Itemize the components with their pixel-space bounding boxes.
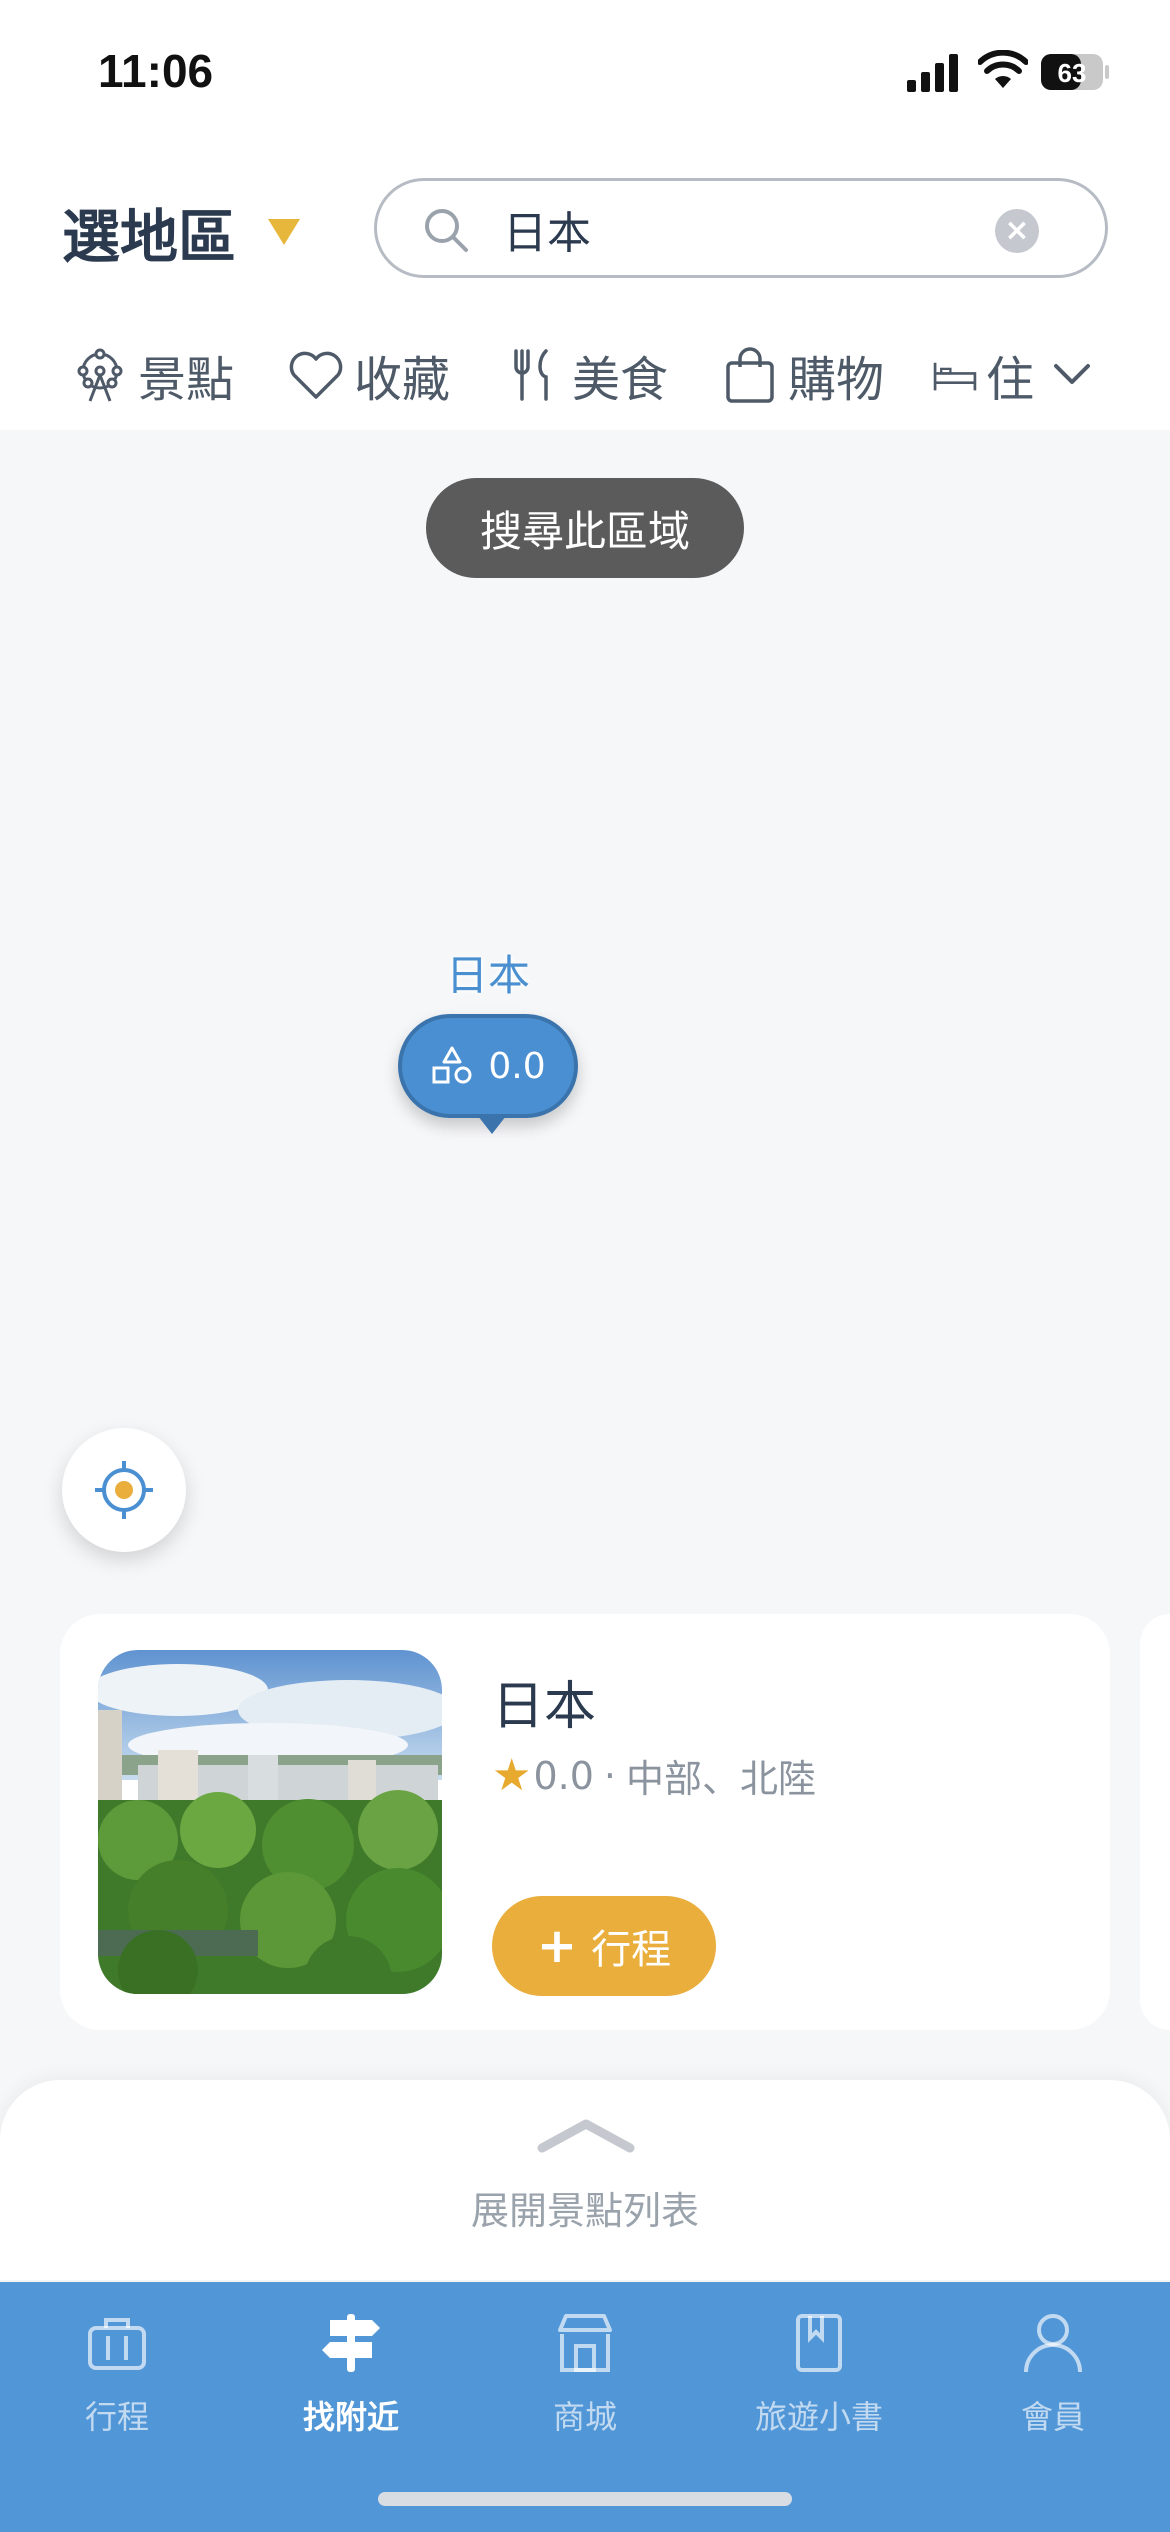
tab-label: 找附近 [302,2398,399,2436]
map-marker-value: 0.0 [488,1045,546,1087]
tab-label: 商城 [552,2398,617,2436]
tab-label: 行程 [84,2398,149,2436]
tab-nearby[interactable]: 找附近 [234,2300,468,2500]
tab-travel-books[interactable]: 旅遊小書 [702,2300,936,2500]
status-bar: 11:06 63 [0,0,1170,150]
status-time: 11:06 [98,45,214,97]
category-label: 景點 [138,352,235,408]
star-icon: ★ [492,1750,532,1801]
header: 選地區 × 景點 收藏 [0,150,1170,430]
add-button-label: 行程 [591,1927,672,1973]
category-label: 美食 [572,352,669,408]
region-selector[interactable]: 選地區 [62,190,301,274]
search-bar[interactable]: × [374,178,1108,278]
clear-search-button[interactable]: × [995,209,1039,253]
chevron-down-icon[interactable] [1050,352,1094,396]
locate-me-button[interactable] [62,1428,186,1552]
next-place-card[interactable] [1140,1614,1170,2030]
shapes-icon [432,1046,472,1084]
battery-level: 63 [1058,58,1087,88]
user-icon [1024,2314,1082,2373]
caret-down-icon [268,219,301,245]
tab-label: 會員 [1020,2398,1085,2436]
place-rating: 0.0 [533,1753,594,1798]
place-name: 日本 [492,1677,597,1737]
category-lodging[interactable]: 住 [932,330,1034,420]
expand-list-label: 展開景點列表 [470,2189,699,2233]
heart-icon [289,351,343,399]
wifi-icon [978,50,1028,88]
store-icon [558,2314,612,2372]
category-label: 住 [985,352,1034,408]
category-favorites[interactable]: 收藏 [286,330,450,420]
battery-icon: 63 [1041,54,1109,90]
place-card[interactable]: 日本 ★ 0.0 · 中部、北陸 + 行程 [60,1614,1110,2030]
category-shopping[interactable]: 購物 [720,330,884,420]
ferris-wheel-icon [77,348,123,402]
place-photo [98,1650,442,1994]
book-icon [796,2314,842,2372]
add-to-itinerary-button[interactable]: + 行程 [492,1896,716,1996]
search-input[interactable] [503,197,983,261]
tab-itinerary[interactable]: 行程 [0,2300,234,2500]
region-label: 選地區 [62,203,237,271]
category-label: 購物 [788,352,885,408]
place-region: 中部、北陸 [625,1757,816,1801]
fork-knife-icon [514,349,548,401]
home-indicator[interactable] [378,2492,792,2506]
shopping-bag-icon [726,347,774,403]
category-attractions[interactable]: 景點 [70,330,234,420]
suitcase-icon [88,2318,146,2370]
place-meta: ★ 0.0 · 中部、北陸 [492,1748,816,1803]
signpost-icon [322,2314,380,2372]
search-icon [425,209,468,252]
map-marker-label: 日本 [446,951,531,1000]
crosshair-icon [95,1461,153,1519]
tab-store[interactable]: 商城 [468,2300,702,2500]
category-label: 收藏 [354,352,451,408]
bed-icon [933,362,977,391]
map-marker[interactable]: 0.0 [398,1014,578,1134]
cellular-signal-icon [907,54,958,92]
search-this-area-button[interactable]: 搜尋此區域 [426,478,744,578]
category-bar: 景點 收藏 美食 購物 住 [0,330,1170,420]
meta-separator: · [603,1753,616,1798]
chevron-up-icon[interactable] [534,2116,638,2156]
plus-icon: + [536,1918,578,1974]
tab-member[interactable]: 會員 [936,2300,1170,2500]
category-food[interactable]: 美食 [504,330,668,420]
tab-label: 旅遊小書 [754,2398,883,2436]
attraction-list-sheet[interactable]: 展開景點列表 [0,2080,1170,2280]
